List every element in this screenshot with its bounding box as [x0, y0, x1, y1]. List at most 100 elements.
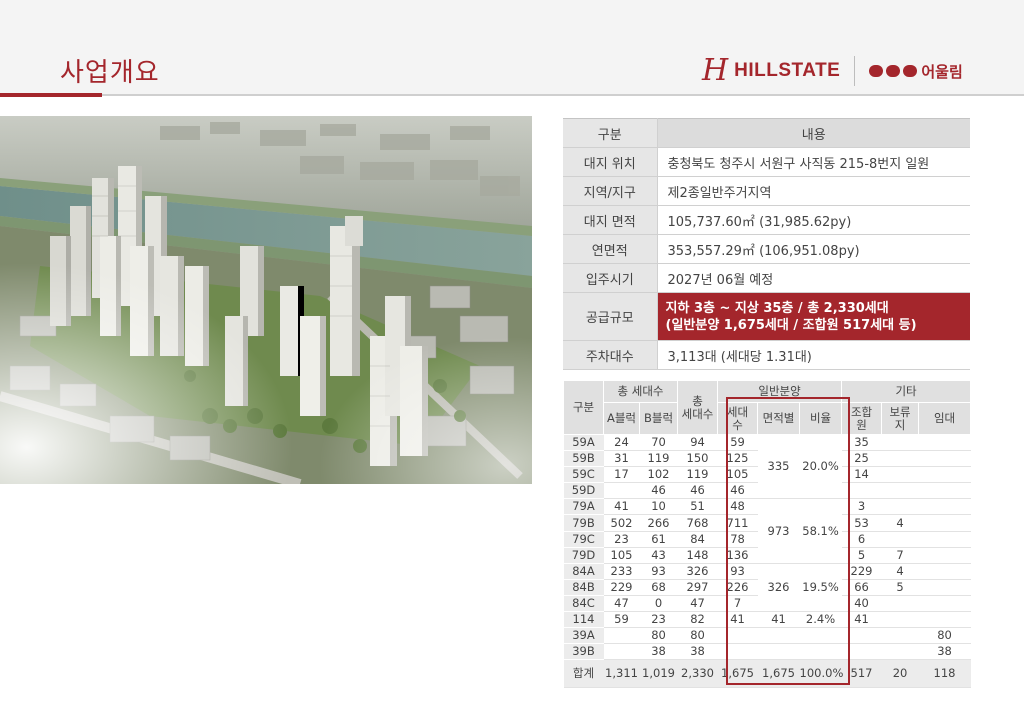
unit-block-a: 47	[603, 595, 640, 613]
unit-type: 79A	[563, 498, 604, 516]
unit-type: 84B	[563, 579, 604, 596]
unit-rental	[918, 611, 971, 629]
overview-row-supply: 공급규모 지하 3층 ~ 지상 35층 / 총 2,330세대 (일반분양 1,…	[563, 292, 970, 341]
table-row: 84A 233 93 326 93 326 19.5% 229 4	[563, 563, 971, 613]
overview-row: 연면적 353,557.29㎡ (106,951.08py)	[563, 234, 970, 264]
overview-header-value: 내용	[657, 118, 970, 148]
unit-rental	[918, 498, 971, 516]
unit-block-b: 43	[639, 547, 678, 564]
unit-block-b: 119	[639, 450, 678, 468]
unit-ratio-empty	[799, 643, 842, 661]
unit-header-rental: 임대	[918, 402, 972, 435]
table-row: 79A 41 10 51 48 973 58.1% 3	[563, 498, 971, 564]
unit-rental	[918, 450, 971, 468]
table-row: 39B 38 38 38	[563, 643, 971, 661]
unit-area-group: 326	[757, 563, 800, 613]
brand-divider	[854, 56, 856, 86]
overview-row: 주차대수 3,113대 (세대당 1.31대)	[563, 340, 970, 370]
unit-rental	[918, 531, 971, 548]
unit-type: 59C	[563, 466, 604, 484]
move-in-label: 입주시기	[563, 263, 658, 293]
unit-type: 59A	[563, 434, 604, 452]
unit-header-total-group: 총 세대수	[602, 380, 679, 403]
unit-reserve	[881, 595, 919, 613]
supply-scale-line1: 지하 3층 ~ 지상 35층 / 총 2,330세대	[665, 300, 889, 316]
overview-row: 입주시기 2027년 06월 예정	[563, 263, 970, 293]
unit-header-sale-units-top: 세대	[726, 404, 749, 419]
overview-table: 구분 내용 대지 위치 충청북도 청주시 서원구 사직동 215-8번지 일원 …	[563, 118, 970, 370]
unit-sale: 93	[717, 563, 758, 580]
zoning-value: 제2종일반주거지역	[657, 176, 970, 206]
unit-member: 41	[841, 611, 882, 629]
supply-scale-value: 지하 3층 ~ 지상 35층 / 총 2,330세대 (일반분양 1,675세대…	[657, 292, 970, 341]
unit-reserve	[881, 498, 919, 516]
unit-type: 84A	[563, 563, 604, 580]
totals-reserve: 20	[881, 659, 919, 689]
unit-member: 6	[841, 531, 882, 548]
unit-block-b: 46	[639, 482, 678, 500]
unit-sale: 46	[717, 482, 758, 500]
unit-header-reserve-bottom: 지	[894, 417, 906, 432]
totals-area: 1,675	[757, 659, 800, 689]
unit-sale: 105	[717, 466, 758, 484]
unit-sale: 78	[717, 531, 758, 548]
unit-member: 66	[841, 579, 882, 596]
unit-block-b: 70	[639, 434, 678, 452]
unit-total: 51	[677, 498, 718, 516]
unit-header-member: 조합 원	[841, 402, 883, 435]
unit-reserve	[881, 466, 919, 484]
unit-total: 150	[677, 450, 718, 468]
unit-reserve	[881, 450, 919, 468]
unit-type: 59D	[563, 482, 604, 500]
unit-total: 297	[677, 579, 718, 596]
unit-type: 39B	[563, 643, 604, 661]
unit-block-a: 17	[603, 466, 640, 484]
unit-header-row-2: A블럭 B블럭 세대 수 면적별 비율 조합 원 보류 지 임대	[564, 402, 972, 435]
totals-block-b: 1,019	[639, 659, 678, 689]
unit-header-sale-area: 면적별	[757, 402, 801, 435]
unit-total: 82	[677, 611, 718, 629]
site-area-label: 대지 면적	[563, 205, 658, 235]
unit-header-total-top: 총	[692, 393, 703, 408]
unit-block-a	[603, 643, 640, 661]
unit-total: 80	[677, 627, 718, 645]
unit-rental	[918, 434, 971, 452]
unit-rental: 38	[918, 643, 971, 661]
unit-header-member-top: 조합	[850, 404, 873, 419]
unit-block-a: 233	[603, 563, 640, 580]
unit-area-group: 973	[757, 498, 800, 564]
overview-row: 지역/지구 제2종일반주거지역	[563, 176, 970, 206]
unit-ratio-group: 58.1%	[799, 498, 842, 564]
unit-mix-section: 구분 총 세대수 총 세대수 일반분양 기타 A블럭 B블럭 세대 수 면적별 …	[563, 380, 972, 689]
unit-ratio-group: 20.0%	[799, 434, 842, 500]
unit-sale: 48	[717, 498, 758, 516]
unit-sale: 711	[717, 514, 758, 532]
unit-type: 79D	[563, 547, 604, 564]
unit-sale: 125	[717, 450, 758, 468]
unit-type: 59B	[563, 450, 604, 468]
unit-reserve: 5	[881, 579, 919, 596]
header-accent-bar	[0, 93, 102, 97]
brand-logo: H HILLSTATE 어울림	[702, 56, 963, 86]
unit-block-a	[603, 627, 640, 645]
unit-member: 35	[841, 434, 882, 452]
unit-type: 79C	[563, 531, 604, 548]
unit-total: 46	[677, 482, 718, 500]
partner-name: 어울림	[921, 62, 963, 81]
unit-member: 53	[841, 514, 882, 532]
unit-mix-table: 구분 총 세대수 총 세대수 일반분양 기타 A블럭 B블럭 세대 수 면적별 …	[563, 380, 972, 689]
unit-reserve	[881, 627, 919, 645]
table-row: 114 59 23 82 41 41 2.4% 41	[563, 611, 971, 629]
supply-scale-line2: (일반분양 1,675세대 / 조합원 517세대 등)	[665, 317, 917, 333]
unit-total: 47	[677, 595, 718, 613]
unit-header-reserve-top: 보류	[889, 404, 911, 419]
unit-type: 84C	[563, 595, 604, 613]
unit-total: 148	[677, 547, 718, 564]
overview-header-label: 구분	[563, 118, 658, 148]
unit-block-a: 105	[603, 547, 640, 564]
unit-total: 94	[677, 434, 718, 452]
unit-sale	[717, 643, 758, 661]
hillstate-emblem-icon: H	[702, 53, 729, 88]
aerial-rendering-svg	[0, 116, 532, 484]
aerial-rendering-image	[0, 116, 532, 484]
